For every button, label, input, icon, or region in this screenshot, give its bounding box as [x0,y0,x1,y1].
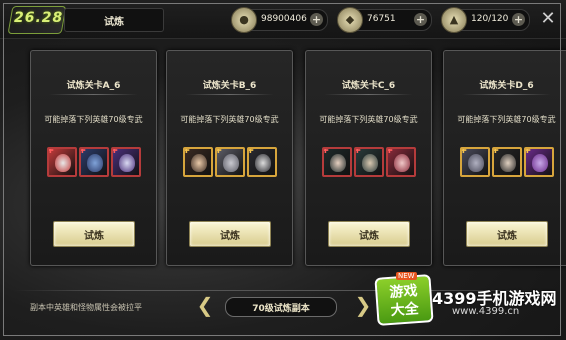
challenge-button-label: 试炼 [359,231,379,242]
challenge-button-label: 试炼 [84,231,104,242]
hero-face [119,154,135,172]
stamina-icon: ▲ [441,7,467,33]
hero-reward-list: ✚ ✚ ✚ [444,147,566,181]
challenge-button-label: 试炼 [220,231,240,242]
hero-face [191,154,207,172]
weapon-badge-icon: ✚ [247,147,254,155]
hero-portrait[interactable]: ✚ [215,147,245,177]
card-title: 试炼关卡B_6 [202,81,257,91]
hero-portrait[interactable]: ✚ [354,147,384,177]
chevron-left-icon[interactable]: ❮ [194,294,216,316]
dungeon-label-box: 70级试炼副本 [225,297,337,317]
stage-card: 试炼关卡B_6 可能掉落下列英雄70级专武 ✚ ✚ ✚ 试炼 [166,50,293,266]
coin-icon: ● [231,7,257,33]
stage-title-box: 试炼 [64,8,164,32]
challenge-button-label: 试炼 [497,231,517,242]
hint-text: 副本中英雄和怪物属性会被拉平 [30,303,142,312]
stage-card: 试炼关卡A_6 可能掉落下列英雄70级专武 ✚ ✚ ✚ 试炼 [30,50,157,266]
hero-face [87,154,103,172]
weapon-badge-icon: ✚ [47,147,54,155]
hero-portrait[interactable]: ✚ [79,147,109,177]
hero-portrait[interactable]: ✚ [492,147,522,177]
card-divider [462,94,551,95]
add-gem-button[interactable]: + [414,13,427,26]
gem-counter: ◆ 76751 + [337,7,432,33]
hero-face [255,154,271,172]
level-badge: 26.28 [7,6,67,36]
weapon-badge-icon: ✚ [111,147,118,155]
hero-portrait[interactable]: ✚ [183,147,213,177]
hero-face [362,154,378,172]
hero-portrait[interactable]: ✚ [386,147,416,177]
challenge-button[interactable]: 试炼 [328,221,410,247]
weapon-badge-icon: ✚ [386,147,393,155]
weapon-badge-icon: ✚ [524,147,531,155]
card-title: 试炼关卡D_6 [479,81,534,91]
hero-reward-list: ✚ ✚ ✚ [31,147,156,181]
hero-portrait[interactable]: ✚ [524,147,554,177]
card-description: 可能掉落下列英雄70级专武 [180,115,279,124]
stamina-value: 120/120 [471,14,509,24]
hero-face [394,154,410,172]
challenge-button[interactable]: 试炼 [53,221,135,247]
card-divider [324,94,413,95]
hero-reward-list: ✚ ✚ ✚ [167,147,292,181]
hero-portrait[interactable]: ✚ [111,147,141,177]
weapon-badge-icon: ✚ [354,147,361,155]
coin-counter: ● 98900406 + [231,7,328,33]
game-screen: 26.28 试炼 ● 98900406 + ◆ 76751 + ▲ 120/12… [0,0,566,340]
hero-portrait[interactable]: ✚ [247,147,277,177]
hero-face [500,154,516,172]
watermark-url: www.4399.cn [452,306,520,317]
stage-card: 试炼关卡D_6 可能掉落下列英雄70级专武 ✚ ✚ ✚ 试炼 [443,50,566,266]
hero-portrait[interactable]: ✚ [47,147,77,177]
top-bar: 26.28 试炼 ● 98900406 + ◆ 76751 + ▲ 120/12… [0,0,566,39]
add-stamina-button[interactable]: + [512,13,525,26]
challenge-button[interactable]: 试炼 [466,221,548,247]
gem-value: 76751 [367,14,396,24]
stage-title: 试炼 [104,17,124,28]
chevron-right-icon[interactable]: ❯ [352,294,374,316]
weapon-badge-icon: ✚ [460,147,467,155]
dungeon-label: 70级试炼副本 [252,304,310,314]
card-divider [185,94,274,95]
watermark-logo: 游戏 大全 [374,274,434,326]
card-description: 可能掉落下列英雄70级专武 [319,115,418,124]
stage-card: 试炼关卡C_6 可能掉落下列英雄70级专武 ✚ ✚ ✚ 试炼 [305,50,432,266]
hero-portrait[interactable]: ✚ [322,147,352,177]
close-icon[interactable]: ✕ [538,9,558,29]
level-text: 26.28 [14,10,64,26]
hero-face [532,154,548,172]
hero-face [468,154,484,172]
hero-face [223,154,239,172]
add-coin-button[interactable]: + [310,13,323,26]
coin-value: 98900406 [261,14,307,24]
hero-portrait[interactable]: ✚ [460,147,490,177]
card-divider [49,94,138,95]
card-description: 可能掉落下列英雄70级专武 [457,115,556,124]
challenge-button[interactable]: 试炼 [189,221,271,247]
weapon-badge-icon: ✚ [322,147,329,155]
weapon-badge-icon: ✚ [215,147,222,155]
hero-face [55,154,71,172]
card-description: 可能掉落下列英雄70级专武 [44,115,143,124]
card-title: 试炼关卡C_6 [341,81,396,91]
weapon-badge-icon: ✚ [183,147,190,155]
weapon-badge-icon: ✚ [79,147,86,155]
stamina-counter: ▲ 120/120 + [441,7,530,33]
hero-reward-list: ✚ ✚ ✚ [306,147,431,181]
hero-face [330,154,346,172]
weapon-badge-icon: ✚ [492,147,499,155]
watermark-new-badge: NEW [396,272,417,280]
gem-icon: ◆ [337,7,363,33]
watermark-logo-line2: 大全 [390,301,420,319]
card-title: 试炼关卡A_6 [66,81,121,91]
